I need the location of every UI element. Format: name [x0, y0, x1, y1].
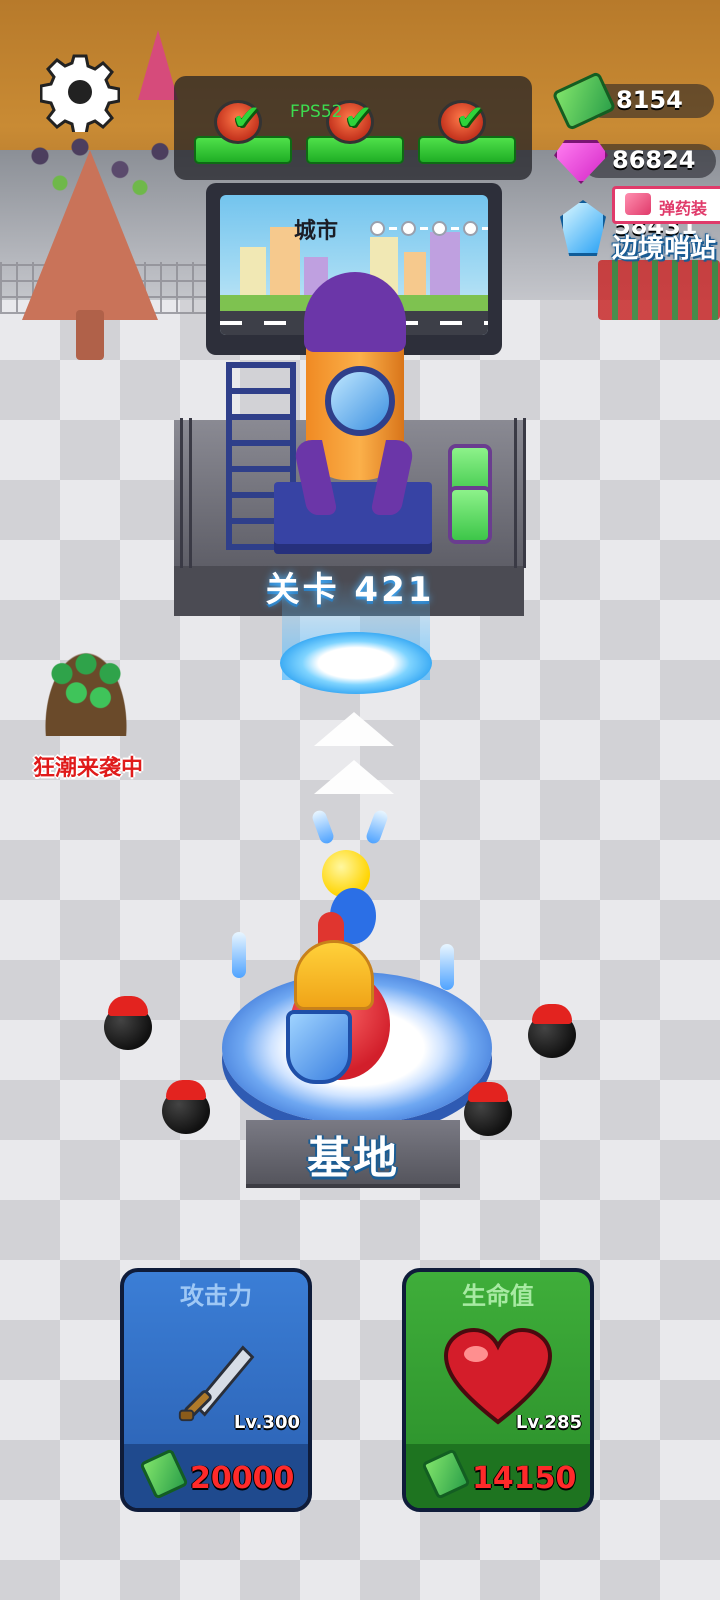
blue-flame-effect [232, 932, 246, 978]
attack-card-title: 攻击力 [180, 1282, 252, 1310]
fps-counter: FPS52 [290, 102, 343, 122]
progress-connector [420, 227, 428, 230]
health-cost-bar: 14150 [406, 1444, 590, 1508]
bomb-minion [162, 1080, 210, 1134]
attack-upgrade-card[interactable]: 攻击力 Lv.300 20000 [120, 1268, 312, 1512]
level-portal[interactable] [280, 632, 432, 694]
direction-arrow-icon [314, 712, 394, 746]
zombie-horde-icon [38, 640, 134, 736]
level-label: 关卡 421 [265, 570, 435, 610]
quest-slot-1[interactable]: ✔ [194, 98, 292, 164]
check-icon: ✔ [232, 98, 261, 138]
progress-dot [401, 221, 416, 236]
cash-icon [421, 1448, 471, 1500]
pine-tree-trunk [76, 310, 104, 360]
platform-railing-left [180, 418, 192, 568]
health-card-title: 生命值 [462, 1282, 534, 1310]
pine-tree [22, 150, 158, 320]
cash-value: 8154 [616, 86, 683, 114]
quest-panel: ✔ ✔ ✔ [174, 76, 532, 180]
hero-helmet [294, 940, 374, 1010]
attack-cost: 20000 [190, 1461, 295, 1496]
attack-cost-bar: 20000 [124, 1444, 308, 1508]
gem-counter: 86824 [552, 134, 716, 186]
cash-icon [139, 1448, 189, 1500]
health-cost: 14150 [472, 1461, 577, 1496]
bomb-minion [528, 1004, 576, 1058]
hero-shield-icon [286, 1010, 352, 1084]
stage-progress-dots [370, 221, 488, 236]
health-level: Lv.285 [515, 1412, 582, 1433]
wave-alert-label: 狂潮来袭中 [32, 756, 143, 781]
ammo-station-label: 弹药装 [659, 199, 708, 218]
check-icon: ✔ [344, 98, 373, 138]
progress-dot [432, 221, 447, 236]
bomb-minion [104, 996, 152, 1050]
gem-value: 86824 [612, 146, 696, 174]
check-icon: ✔ [456, 98, 485, 138]
attack-level: Lv.300 [233, 1412, 300, 1433]
platform-railing-right [514, 418, 526, 568]
green-fuel-tube [448, 486, 492, 544]
base-label: 基地 [307, 1133, 399, 1184]
wave-alert[interactable]: 狂潮来袭中 [20, 640, 156, 781]
progress-dot [370, 221, 385, 236]
progress-connector [482, 227, 488, 230]
blue-flame-effect [440, 944, 454, 990]
border-post-label: 边境哨站 [612, 234, 717, 264]
ammo-icon [625, 193, 651, 215]
pink-tree [138, 30, 178, 100]
ammo-station-sign[interactable]: 弹药装 [612, 186, 720, 224]
progress-connector [451, 227, 459, 230]
ammo-shelves [598, 260, 720, 320]
progress-dot [463, 221, 478, 236]
cash-icon [551, 70, 617, 132]
direction-arrow-icon [314, 760, 394, 794]
rocket-launch-base [274, 482, 432, 554]
gear-icon [39, 54, 121, 136]
progress-connector [389, 227, 397, 230]
rocket-window [325, 366, 395, 436]
settings-button[interactable] [39, 52, 121, 136]
billboard-title: 城市 [294, 219, 339, 244]
quest-slot-3[interactable]: ✔ [418, 98, 516, 164]
health-upgrade-card[interactable]: 生命值 Lv.285 14150 [402, 1268, 594, 1512]
cash-counter: 8154 [551, 70, 716, 132]
crystal-icon [560, 200, 606, 256]
bomb-minion [464, 1082, 512, 1136]
